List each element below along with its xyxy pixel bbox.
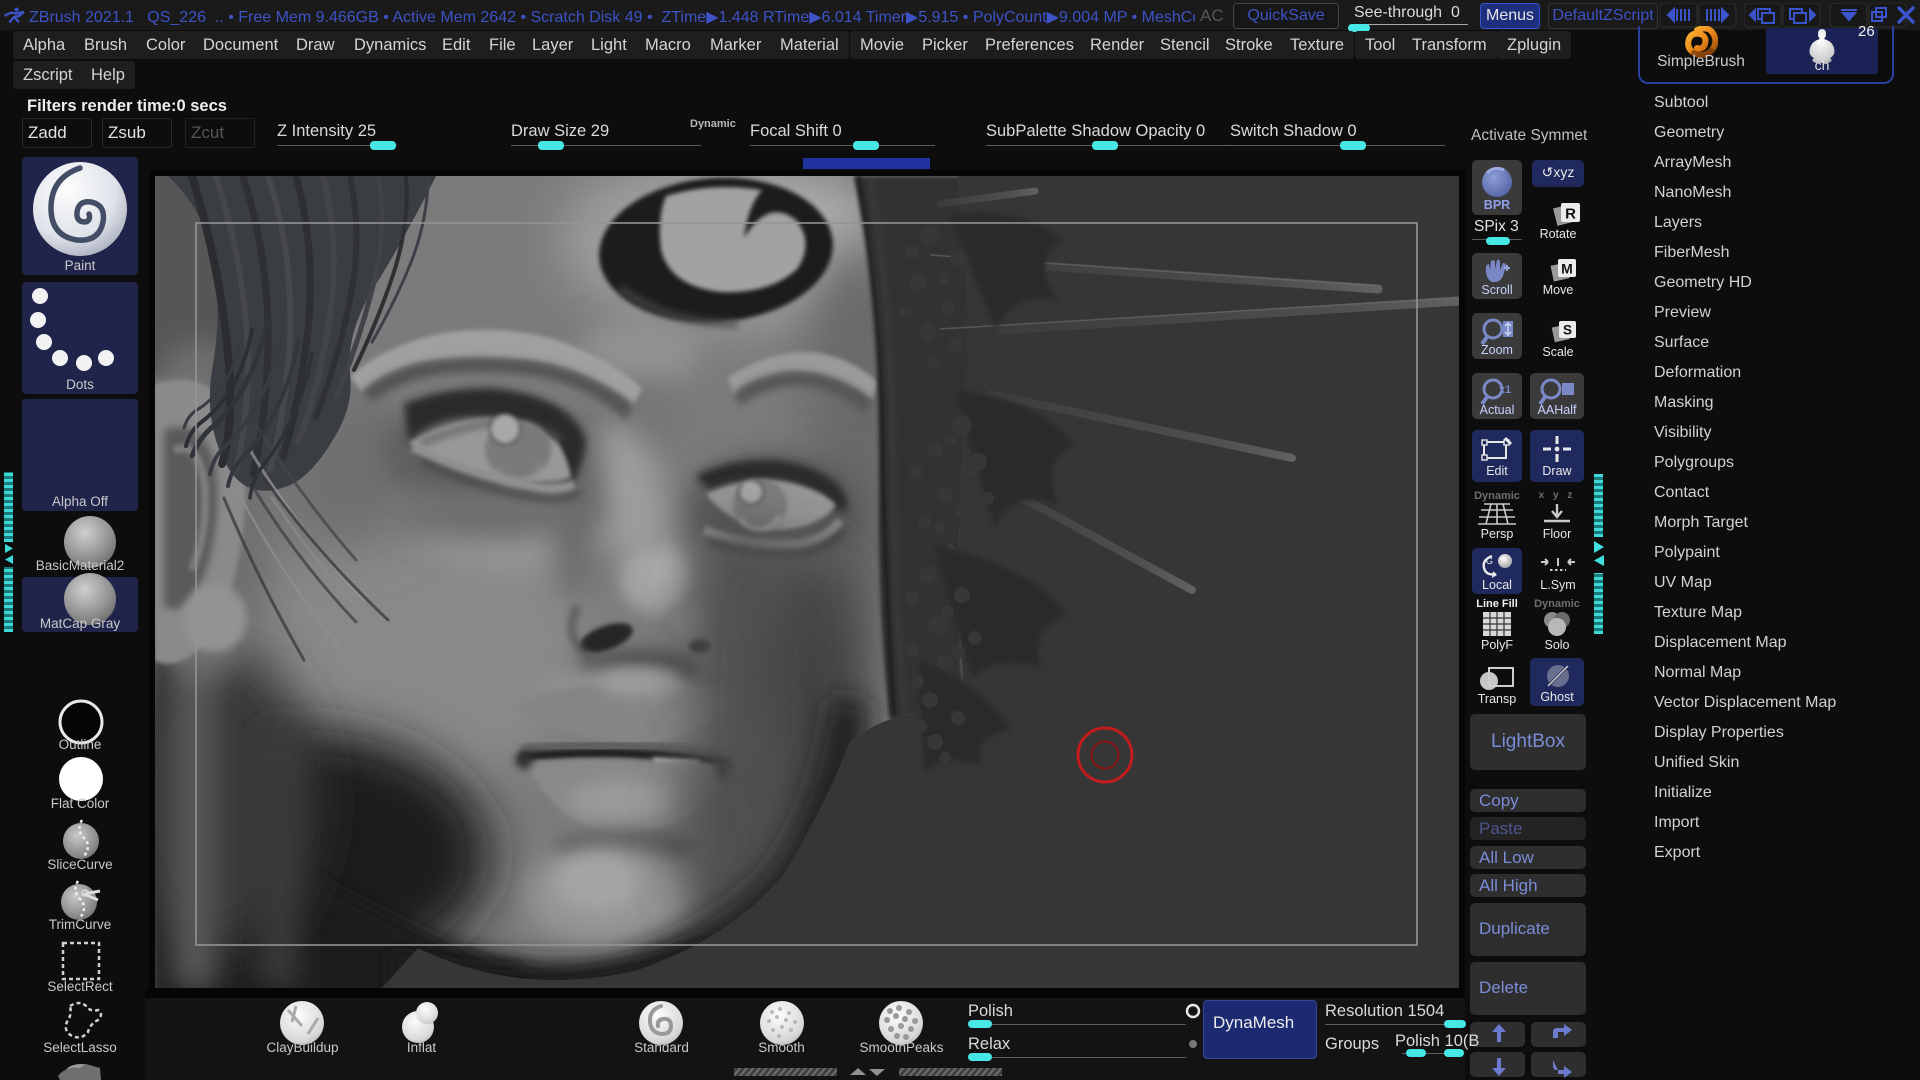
svg-text:R: R [1565,206,1576,223]
svg-text:M: M [1561,261,1573,277]
svg-text:G: G [1486,556,1493,566]
svg-text:S: S [1563,323,1572,338]
svg-text:x1: x1 [1499,384,1511,396]
